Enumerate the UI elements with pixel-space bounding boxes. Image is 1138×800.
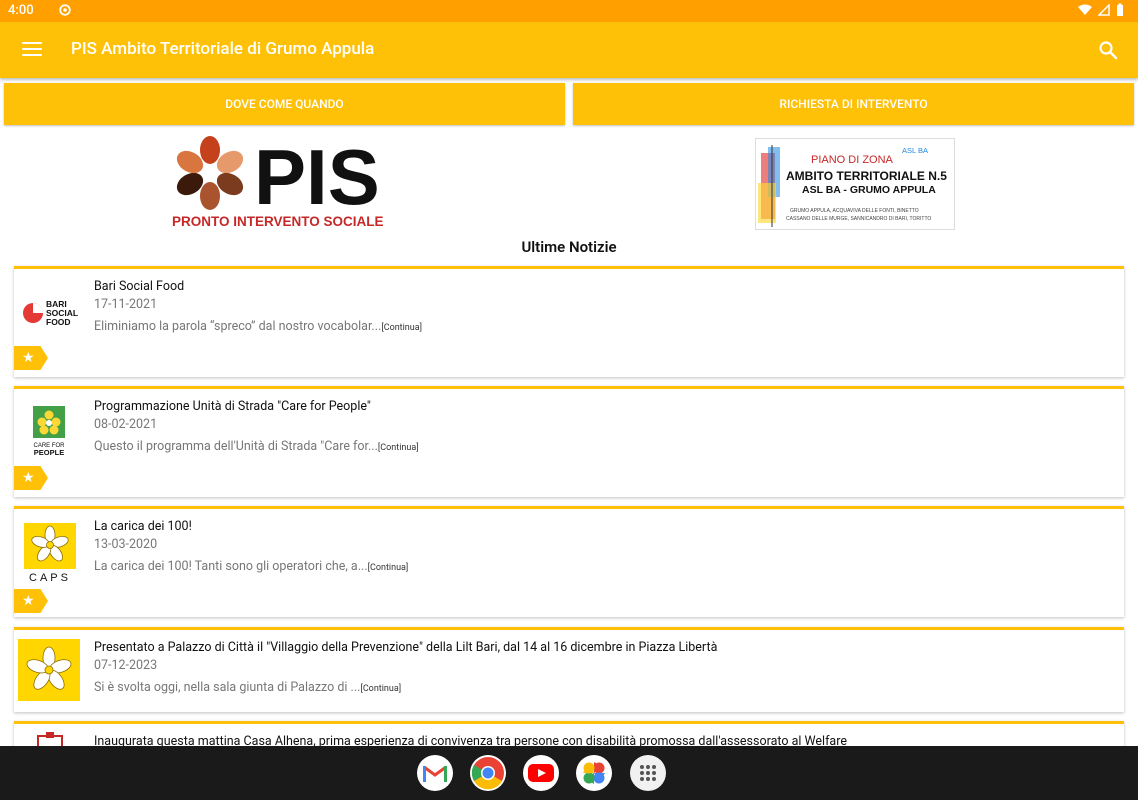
pdz-line2: AMBITO TERRITORIALE N.5 [786,169,947,183]
wifi-icon [1078,4,1092,15]
pdz-line1: PIANO DI ZONA [811,154,894,166]
asl-badge: ASL BA [902,146,928,155]
svg-text:FOOD: FOOD [46,317,71,327]
news-date: 08-02-2021 [94,417,158,432]
signal-icon [1098,4,1110,16]
pis-logo-text: PIS [254,136,380,221]
continua-link[interactable]: [Continua] [381,323,422,333]
status-bar: 4:00 [0,0,1138,22]
gmail-icon[interactable] [417,755,453,791]
app-bar: PIS Ambito Territoriale di Grumo Appula [0,22,1138,78]
news-title: Programmazione Unità di Strada "Care for… [94,399,371,414]
news-excerpt: Questo il programma dell'Unità di Strada… [94,439,419,454]
lilt-flower-logo [18,639,80,701]
news-excerpt: La carica dei 100! Tanti sono gli operat… [94,559,409,574]
svg-text:PEOPLE: PEOPLE [34,448,64,457]
star-icon: ★ [14,589,48,613]
pdz-line5: CASSANO DELLE MURGE, SANNICANDRO DI BARI… [786,216,931,222]
hamburger-menu-icon[interactable] [22,38,42,60]
news-item[interactable]: CAPS La carica dei 100! 13-03-2020 La ca… [14,506,1124,617]
dove-come-quando-button[interactable]: DOVE COME QUANDO [4,83,565,125]
section-title: Ultime Notizie [521,238,617,256]
news-excerpt: Eliminiamo la parola “spreco” dal nostro… [94,319,423,334]
pis-logo: PIS PRONTO INTERVENTO SOCIALE [172,136,384,229]
news-item[interactable]: BARI SOCIAL FOOD Bari Social Food 17-11-… [14,266,1124,377]
news-title: La carica dei 100! [94,519,192,534]
navigation-bar [0,746,1138,800]
search-icon[interactable] [1098,40,1118,60]
care-for-people-logo: CARE FOR PEOPLE [18,401,80,463]
news-date: 07-12-2023 [94,658,158,673]
status-time: 4:00 [8,3,34,18]
bari-social-food-logo: BARI SOCIAL FOOD [18,281,80,343]
youtube-icon[interactable] [523,755,559,791]
star-icon: ★ [14,346,48,370]
pdz-line3: ASL BA - GRUMO APPULA [802,184,936,196]
news-date: 17-11-2021 [94,297,158,312]
chrome-icon[interactable] [470,755,506,791]
pis-logo-subtitle: PRONTO INTERVENTO SOCIALE [172,214,384,229]
svg-text:CAPS: CAPS [29,572,71,583]
top-buttons: DOVE COME QUANDO RICHIESTA DI INTERVENTO [0,80,1138,128]
battery-icon [1117,3,1123,16]
piano-di-zona-logo: ASL BA PIANO DI ZONA AMBITO TERRITORIALE… [755,138,955,230]
news-item[interactable]: CARE FOR PEOPLE Programmazione Unità di … [14,386,1124,497]
app-title: PIS Ambito Territoriale di Grumo Appula [71,39,375,59]
status-icons [1078,3,1124,17]
news-title: Presentato a Palazzo di Città il "Villag… [94,640,718,655]
news-date: 13-03-2020 [94,537,158,552]
app-drawer-icon[interactable] [630,755,666,791]
news-title: Bari Social Food [94,279,185,294]
richiesta-intervento-button[interactable]: RICHIESTA DI INTERVENTO [573,83,1134,125]
continua-link[interactable]: [Continua] [368,563,409,573]
pdz-line4: GRUMO APPULA, ACQUAVIVA DELLE FONTI, BIN… [790,208,919,214]
continua-link[interactable]: [Continua] [360,684,401,694]
news-excerpt: Si è svolta oggi, nella sala giunta di P… [94,680,402,695]
continua-link[interactable]: [Continua] [378,443,419,453]
photos-icon[interactable] [576,755,612,791]
settings-gear-icon [59,4,71,16]
news-item[interactable]: Presentato a Palazzo di Città il "Villag… [14,627,1124,712]
star-icon: ★ [14,466,48,490]
caps-logo: CAPS [18,521,80,584]
